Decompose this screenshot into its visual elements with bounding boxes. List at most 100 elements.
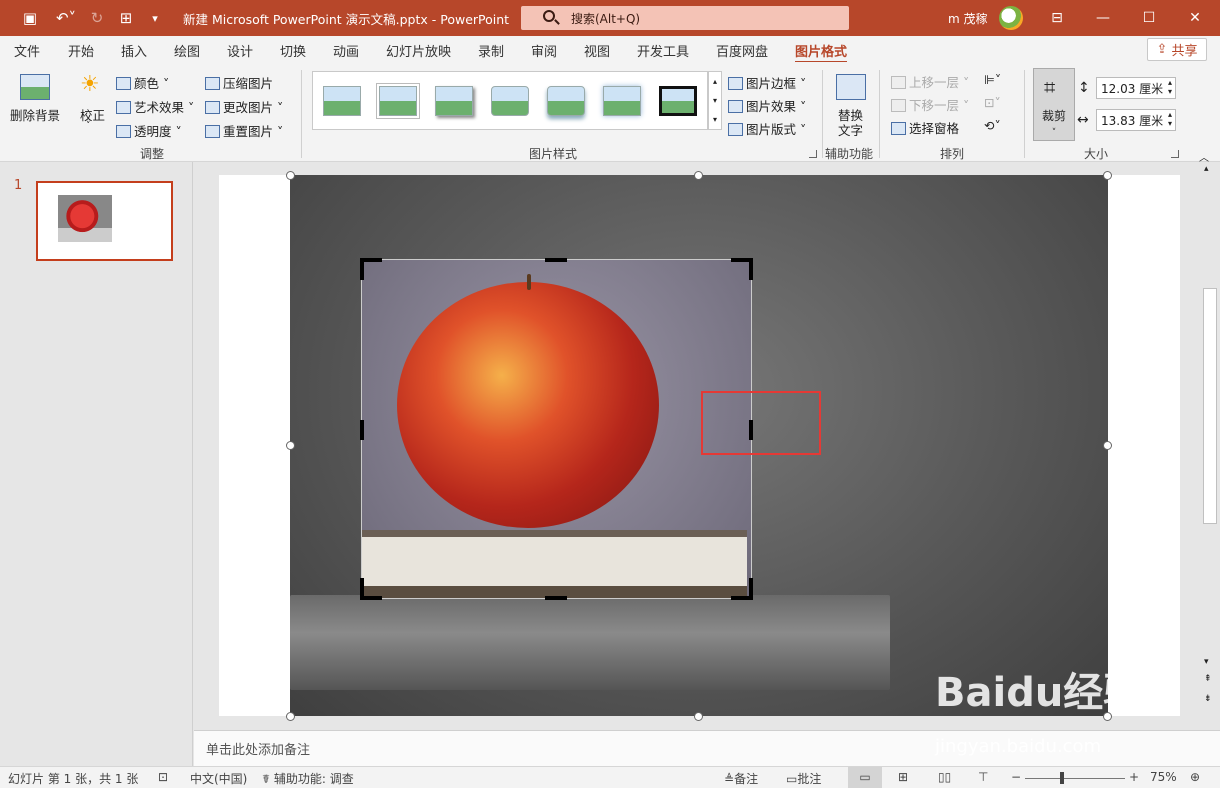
selection-pane-button[interactable]: 选择窗格 [891, 118, 959, 137]
crop-handle[interactable] [360, 578, 364, 600]
width-spinner-icon[interactable]: ▴ ▾ [1168, 110, 1172, 128]
resize-handle[interactable] [1103, 171, 1112, 180]
resize-handle[interactable] [286, 441, 295, 450]
notes-toggle[interactable]: ≜备注 [724, 770, 758, 787]
previous-slide-icon[interactable]: ⇞ [1204, 674, 1212, 684]
crop-handle[interactable] [545, 258, 567, 262]
width-field[interactable]: 13.83 厘米 ▴ ▾ [1096, 109, 1176, 131]
redo-icon[interactable]: ↻ [86, 0, 108, 36]
alt-text-button-line2[interactable]: 文字 [838, 120, 863, 139]
tab-baidu-netdisk[interactable]: 百度网盘 [716, 41, 768, 60]
resize-handle[interactable] [694, 171, 703, 180]
present-icon[interactable]: ⊞ [114, 0, 138, 36]
fit-to-window-icon[interactable]: ⊕ [1190, 770, 1200, 784]
ribbon-display-icon[interactable]: ⊟ [1034, 0, 1080, 36]
picture-styles-gallery[interactable] [312, 71, 708, 130]
share-button[interactable]: ⇪ 共享 [1147, 38, 1207, 61]
tab-transitions[interactable]: 切换 [280, 41, 306, 60]
scroll-up-icon[interactable]: ▴ [1204, 164, 1209, 174]
crop-handle[interactable] [749, 578, 753, 600]
crop-handle[interactable] [360, 420, 364, 440]
crop-handle[interactable] [749, 258, 753, 280]
zoom-slider-knob[interactable] [1060, 772, 1064, 784]
scroll-down-icon[interactable]: ▾ [1204, 657, 1209, 667]
tab-developer[interactable]: 开发工具 [637, 41, 689, 60]
reset-picture-button[interactable]: 重置图片 ˅ [205, 121, 283, 140]
style-thumb[interactable] [491, 86, 529, 116]
language-status[interactable]: 中文(中国) [190, 770, 247, 787]
tab-insert[interactable]: 插入 [121, 41, 147, 60]
transparency-button[interactable]: 透明度 ˅ [116, 121, 182, 140]
tab-file[interactable]: 文件 [14, 41, 40, 60]
remove-background-icon[interactable] [20, 74, 50, 100]
gallery-scroll[interactable]: ▴ ▾ ▾ [708, 71, 722, 130]
tab-draw[interactable]: 绘图 [174, 41, 200, 60]
size-dialog-launcher-icon[interactable] [1171, 150, 1179, 158]
change-picture-button[interactable]: 更改图片 ˅ [205, 97, 283, 116]
slideshow-icon[interactable]: ⊤ [978, 770, 988, 784]
resize-handle[interactable] [694, 712, 703, 721]
picture-effects-button[interactable]: 图片效果 ˅ [728, 96, 806, 115]
transparency-label: 透明度 [134, 124, 172, 139]
next-slide-icon[interactable]: ⇟ [1204, 694, 1212, 704]
tab-design[interactable]: 设计 [227, 41, 253, 60]
user-name[interactable]: m 茂稼 [948, 10, 988, 27]
resize-handle[interactable] [286, 712, 295, 721]
zoom-slider[interactable] [1025, 778, 1125, 779]
search-box[interactable]: 搜索(Alt+Q) [521, 6, 849, 30]
normal-view-icon[interactable]: ▭ [848, 767, 882, 788]
comments-toggle[interactable]: ▭批注 [786, 770, 821, 787]
minimize-icon[interactable]: — [1080, 0, 1126, 36]
slide-sorter-icon[interactable]: ⊞ [898, 770, 908, 784]
style-thumb[interactable] [379, 86, 417, 116]
tab-record[interactable]: 录制 [478, 41, 504, 60]
remove-background-button[interactable]: 删除背景 [10, 105, 60, 124]
alt-text-icon[interactable] [836, 74, 866, 100]
height-spinner-icon[interactable]: ▴ ▾ [1168, 78, 1172, 96]
maximize-icon[interactable]: ☐ [1126, 0, 1172, 36]
style-thumb[interactable] [659, 86, 697, 116]
style-thumb[interactable] [547, 86, 585, 116]
height-field[interactable]: 12.03 厘米 ▴ ▾ [1096, 77, 1176, 99]
style-thumb[interactable] [603, 86, 641, 116]
tab-animations[interactable]: 动画 [333, 41, 359, 60]
crop-button[interactable]: ⌗ 裁剪 ˅ [1033, 68, 1075, 141]
align-icon[interactable]: ⊫˅ [984, 72, 1001, 87]
styles-dialog-launcher-icon[interactable] [809, 150, 817, 158]
zoom-out-icon[interactable]: − [1011, 770, 1021, 784]
tab-home[interactable]: 开始 [68, 41, 94, 60]
style-thumb[interactable] [435, 86, 473, 116]
avatar[interactable] [999, 6, 1023, 30]
customize-qat-icon[interactable]: ▾ [146, 0, 164, 36]
tab-picture-format[interactable]: 图片格式 [795, 41, 848, 64]
resize-handle[interactable] [1103, 441, 1112, 450]
reading-view-icon[interactable]: ▯▯ [938, 770, 951, 784]
compress-pictures-button[interactable]: 压缩图片 [205, 73, 273, 92]
color-button[interactable]: 颜色 ˅ [116, 73, 169, 92]
spellcheck-icon[interactable]: ⊡ [158, 770, 168, 784]
tab-slideshow[interactable]: 幻灯片放映 [386, 41, 451, 60]
picture-crop-region[interactable] [361, 259, 752, 599]
corrections-icon[interactable]: ☀ [80, 72, 100, 97]
accessibility-status[interactable]: ☤ 辅助功能: 调查 [262, 770, 354, 787]
corrections-dropdown-icon[interactable]: ˅ [86, 121, 91, 131]
scrollbar-thumb[interactable] [1203, 288, 1217, 524]
send-backward-label: 下移一层 [909, 98, 960, 113]
zoom-level[interactable]: 75% [1150, 770, 1177, 784]
tab-review[interactable]: 审阅 [531, 41, 557, 60]
save-icon[interactable]: ▣ [18, 0, 42, 36]
artistic-effects-button[interactable]: 艺术效果 ˅ [116, 97, 194, 116]
crop-handle[interactable] [360, 258, 364, 280]
picture-border-button[interactable]: 图片边框 ˅ [728, 73, 806, 92]
tab-view[interactable]: 视图 [584, 41, 610, 60]
style-thumb[interactable] [323, 86, 361, 116]
crop-handle[interactable] [545, 596, 567, 600]
undo-icon[interactable]: ↶˅ [50, 0, 82, 36]
resize-handle[interactable] [286, 171, 295, 180]
zoom-in-icon[interactable]: + [1129, 770, 1139, 784]
corrections-button[interactable]: 校正 [80, 105, 105, 124]
send-backward-button: 下移一层 ˅ [891, 95, 969, 114]
picture-layout-button[interactable]: 图片版式 ˅ [728, 119, 806, 138]
close-icon[interactable]: ✕ [1172, 0, 1218, 36]
rotate-icon[interactable]: ⟲˅ [984, 118, 1001, 133]
